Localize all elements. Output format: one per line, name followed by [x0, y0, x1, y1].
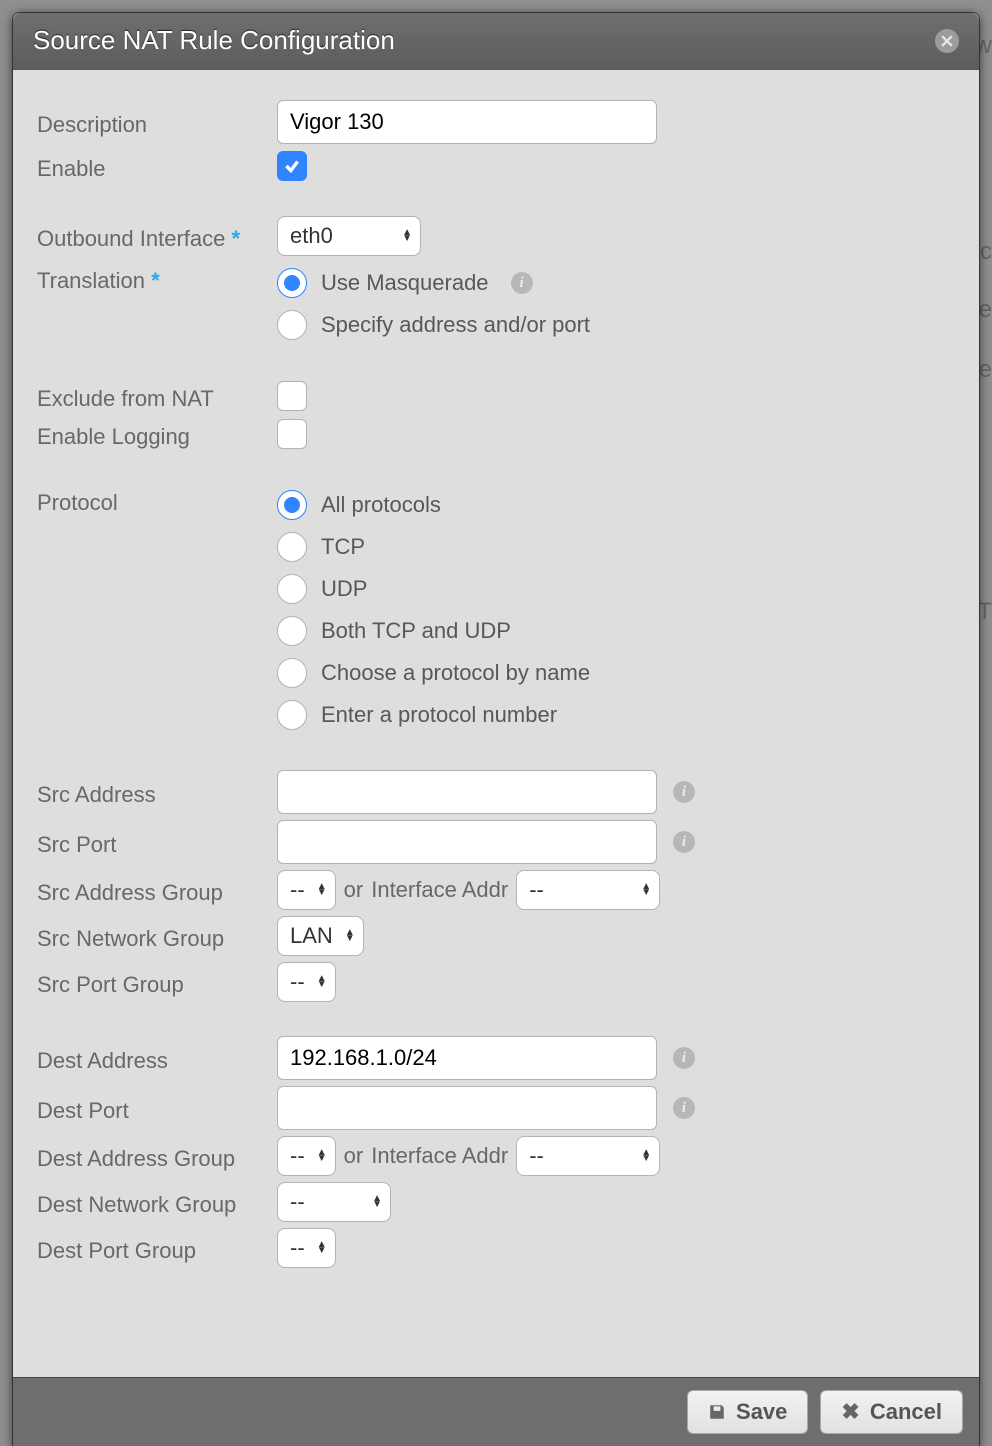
label-exclude-nat: Exclude from NAT [37, 380, 277, 412]
src-port-group-select[interactable]: -- [277, 962, 336, 1002]
nat-rule-dialog: Source NAT Rule Configuration Descriptio… [12, 12, 980, 1446]
chevron-updown-icon [641, 884, 651, 896]
protocol-radio-tcp[interactable] [277, 532, 307, 562]
dest-iface-addr-select[interactable]: -- [516, 1136, 660, 1176]
src-iface-addr-select[interactable]: -- [516, 870, 660, 910]
exclude-nat-checkbox[interactable] [277, 381, 307, 411]
dest-addr-group-value: -- [290, 1143, 305, 1169]
chevron-updown-icon [345, 930, 355, 942]
dest-port-input[interactable] [277, 1086, 657, 1130]
save-button-label: Save [736, 1399, 787, 1425]
label-dest-net-group: Dest Network Group [37, 1186, 277, 1218]
info-icon[interactable]: i [673, 831, 695, 853]
chevron-updown-icon [641, 1150, 651, 1162]
interface-addr-label: Interface Addr [371, 877, 508, 903]
protocol-label-tcp: TCP [321, 534, 365, 560]
close-icon [941, 35, 953, 47]
label-enable: Enable [37, 150, 277, 182]
label-enable-logging: Enable Logging [37, 418, 277, 450]
background-fragment: e [979, 356, 992, 384]
src-net-group-select[interactable]: LAN [277, 916, 364, 956]
protocol-radio-byname[interactable] [277, 658, 307, 688]
cancel-icon: ✖ [841, 1399, 859, 1425]
label-dest-addr-group: Dest Address Group [37, 1140, 277, 1172]
src-address-input[interactable] [277, 770, 657, 814]
protocol-label-byname: Choose a protocol by name [321, 660, 590, 686]
dest-iface-addr-value: -- [529, 1143, 544, 1169]
or-text: or [344, 1143, 364, 1169]
cancel-button[interactable]: ✖ Cancel [820, 1390, 963, 1434]
close-button[interactable] [935, 29, 959, 53]
label-src-addr-group: Src Address Group [37, 874, 277, 906]
info-icon[interactable]: i [673, 781, 695, 803]
outbound-interface-select[interactable]: eth0 [277, 216, 421, 256]
label-description: Description [37, 106, 277, 138]
src-addr-group-value: -- [290, 877, 305, 903]
protocol-label-all: All protocols [321, 492, 441, 518]
info-icon[interactable]: i [673, 1047, 695, 1069]
info-icon[interactable]: i [673, 1097, 695, 1119]
dialog-footer: Save ✖ Cancel [13, 1377, 979, 1446]
protocol-label-bynumber: Enter a protocol number [321, 702, 557, 728]
protocol-radio-all[interactable] [277, 490, 307, 520]
src-port-input[interactable] [277, 820, 657, 864]
description-input[interactable] [277, 100, 657, 144]
src-iface-addr-value: -- [529, 877, 544, 903]
chevron-updown-icon [317, 884, 327, 896]
label-outbound-interface: Outbound Interface * [37, 220, 277, 252]
background-fragment: e [979, 296, 992, 324]
info-icon[interactable]: i [511, 272, 533, 294]
translation-radio-masquerade[interactable] [277, 268, 307, 298]
label-src-address: Src Address [37, 776, 277, 808]
dialog-title: Source NAT Rule Configuration [33, 25, 395, 56]
chevron-updown-icon [402, 230, 412, 242]
translation-label-specify: Specify address and/or port [321, 312, 590, 338]
dest-port-group-value: -- [290, 1235, 305, 1261]
protocol-label-udp: UDP [321, 576, 367, 602]
protocol-radio-bynumber[interactable] [277, 700, 307, 730]
chevron-updown-icon [317, 1150, 327, 1162]
dialog-titlebar: Source NAT Rule Configuration [13, 13, 979, 70]
chevron-updown-icon [317, 976, 327, 988]
enable-logging-checkbox[interactable] [277, 419, 307, 449]
dest-net-group-value: -- [290, 1189, 305, 1215]
outbound-interface-value: eth0 [290, 223, 333, 249]
translation-label-masquerade: Use Masquerade [321, 270, 489, 296]
label-protocol: Protocol [37, 484, 277, 516]
protocol-label-both: Both TCP and UDP [321, 618, 511, 644]
label-dest-address: Dest Address [37, 1042, 277, 1074]
check-icon [283, 157, 301, 175]
save-icon [708, 1403, 726, 1421]
save-button[interactable]: Save [687, 1390, 808, 1434]
dialog-body: Description Enable Outbound Interface * [13, 70, 979, 1377]
label-translation: Translation * [37, 262, 277, 294]
cancel-button-label: Cancel [870, 1399, 942, 1425]
enable-checkbox[interactable] [277, 151, 307, 181]
src-addr-group-select[interactable]: -- [277, 870, 336, 910]
src-port-group-value: -- [290, 969, 305, 995]
label-dest-port-group: Dest Port Group [37, 1232, 277, 1264]
translation-radio-specify[interactable] [277, 310, 307, 340]
dest-port-group-select[interactable]: -- [277, 1228, 336, 1268]
label-dest-port: Dest Port [37, 1092, 277, 1124]
chevron-updown-icon [317, 1242, 327, 1254]
protocol-radio-udp[interactable] [277, 574, 307, 604]
label-src-net-group: Src Network Group [37, 920, 277, 952]
interface-addr-label: Interface Addr [371, 1143, 508, 1169]
src-net-group-value: LAN [290, 923, 333, 949]
dest-addr-group-select[interactable]: -- [277, 1136, 336, 1176]
chevron-updown-icon [372, 1196, 382, 1208]
protocol-radio-both[interactable] [277, 616, 307, 646]
label-src-port-group: Src Port Group [37, 966, 277, 998]
dest-address-input[interactable] [277, 1036, 657, 1080]
or-text: or [344, 877, 364, 903]
label-src-port: Src Port [37, 826, 277, 858]
dest-net-group-select[interactable]: -- [277, 1182, 391, 1222]
